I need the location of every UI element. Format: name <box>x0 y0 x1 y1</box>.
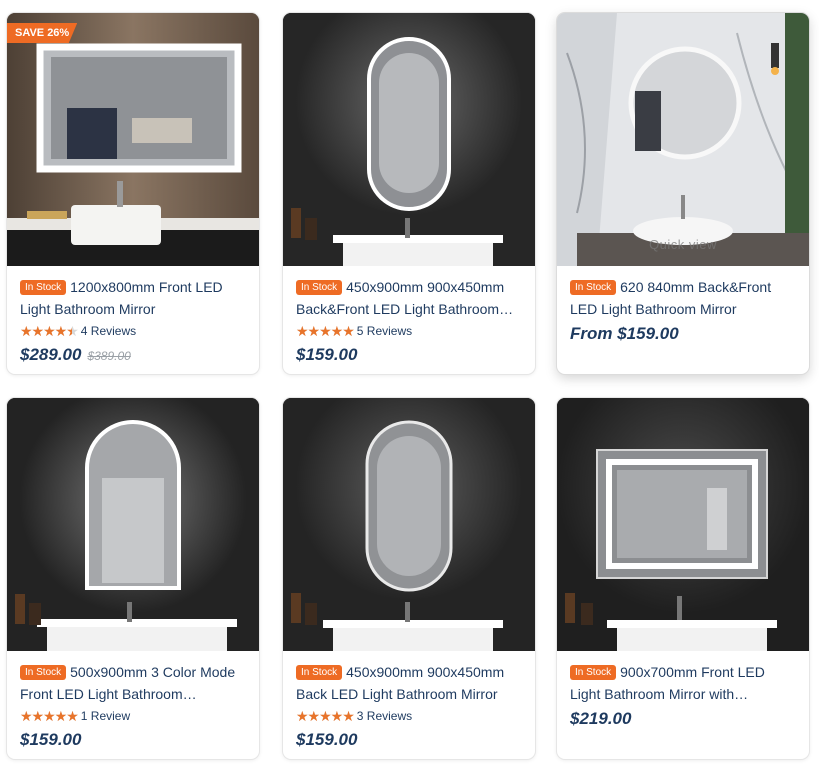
product-title[interactable]: In Stock 450x900mm 900x450mm Back LED Lig… <box>296 661 522 705</box>
product-title[interactable]: In Stock 900x700mm Front LED Light Bathro… <box>570 661 796 705</box>
product-card[interactable]: In Stock 900x700mm Front LED Light Bathro… <box>557 398 809 759</box>
star-rating-icon: ★★★★★★★★★★ <box>296 708 355 724</box>
star-rating-icon: ★★★★★★★★★★ <box>20 323 79 339</box>
save-badge: SAVE 26% <box>7 23 78 43</box>
in-stock-badge: In Stock <box>296 280 343 295</box>
rating: ★★★★★ ★★★★★ 1 Review <box>20 706 246 726</box>
price: $159.00 <box>296 730 358 749</box>
in-stock-badge: In Stock <box>20 280 67 295</box>
review-count[interactable]: 4 Reviews <box>81 324 136 338</box>
product-card[interactable]: Quick view In Stock 620 840mm Back&Front … <box>557 13 809 374</box>
review-count[interactable]: 5 Reviews <box>357 324 412 338</box>
product-image[interactable] <box>7 398 259 651</box>
star-rating-icon: ★★★★★★★★★★ <box>20 708 79 724</box>
bathroom-mirror-photo <box>7 398 259 651</box>
product-title[interactable]: In Stock 450x900mm 900x450mm Back&Front L… <box>296 276 522 320</box>
product-image[interactable]: SAVE 26% <box>7 13 259 266</box>
bathroom-mirror-photo <box>7 13 259 266</box>
bathroom-mirror-photo <box>283 398 535 651</box>
bathroom-mirror-photo <box>557 13 809 266</box>
in-stock-badge: In Stock <box>20 665 67 680</box>
rating: ★★★★★ ★★★★★ 3 Reviews <box>296 706 522 726</box>
product-image[interactable]: Quick view <box>557 13 809 266</box>
price: $219.00 <box>570 709 632 728</box>
product-image[interactable] <box>283 13 535 266</box>
rating: ★★★★★★★★★★ 4 Reviews <box>20 321 246 341</box>
product-card[interactable]: In Stock 450x900mm 900x450mm Back&Front L… <box>283 13 535 374</box>
product-card[interactable]: In Stock 450x900mm 900x450mm Back LED Lig… <box>283 398 535 759</box>
quick-view-button[interactable]: Quick view <box>557 237 809 252</box>
rating: ★★★★★ ★★★★★ 5 Reviews <box>296 321 522 341</box>
product-card[interactable]: SAVE 26% In Stock 1200x800mm Front LED Li… <box>7 13 259 374</box>
price: $159.00 <box>296 345 358 364</box>
review-count[interactable]: 1 Review <box>81 709 130 723</box>
price: $289.00 <box>20 345 82 364</box>
in-stock-badge: In Stock <box>296 665 343 680</box>
star-rating-icon: ★★★★★★★★★★ <box>296 323 355 339</box>
price: From $159.00 <box>570 324 679 343</box>
review-count[interactable]: 3 Reviews <box>357 709 412 723</box>
original-price: $389.00 <box>87 349 131 363</box>
product-card[interactable]: In Stock 500x900mm 3 Color Mode Front LED… <box>7 398 259 759</box>
bathroom-mirror-photo <box>283 13 535 266</box>
in-stock-badge: In Stock <box>570 280 617 295</box>
product-image[interactable] <box>557 398 809 651</box>
product-title[interactable]: In Stock 620 840mm Back&Front LED Light B… <box>570 276 796 320</box>
product-title[interactable]: In Stock 1200x800mm Front LED Light Bathr… <box>20 276 246 320</box>
product-image[interactable] <box>283 398 535 651</box>
product-title[interactable]: In Stock 500x900mm 3 Color Mode Front LED… <box>20 661 246 705</box>
price: $159.00 <box>20 730 82 749</box>
in-stock-badge: In Stock <box>570 665 617 680</box>
bathroom-mirror-photo <box>557 398 809 651</box>
